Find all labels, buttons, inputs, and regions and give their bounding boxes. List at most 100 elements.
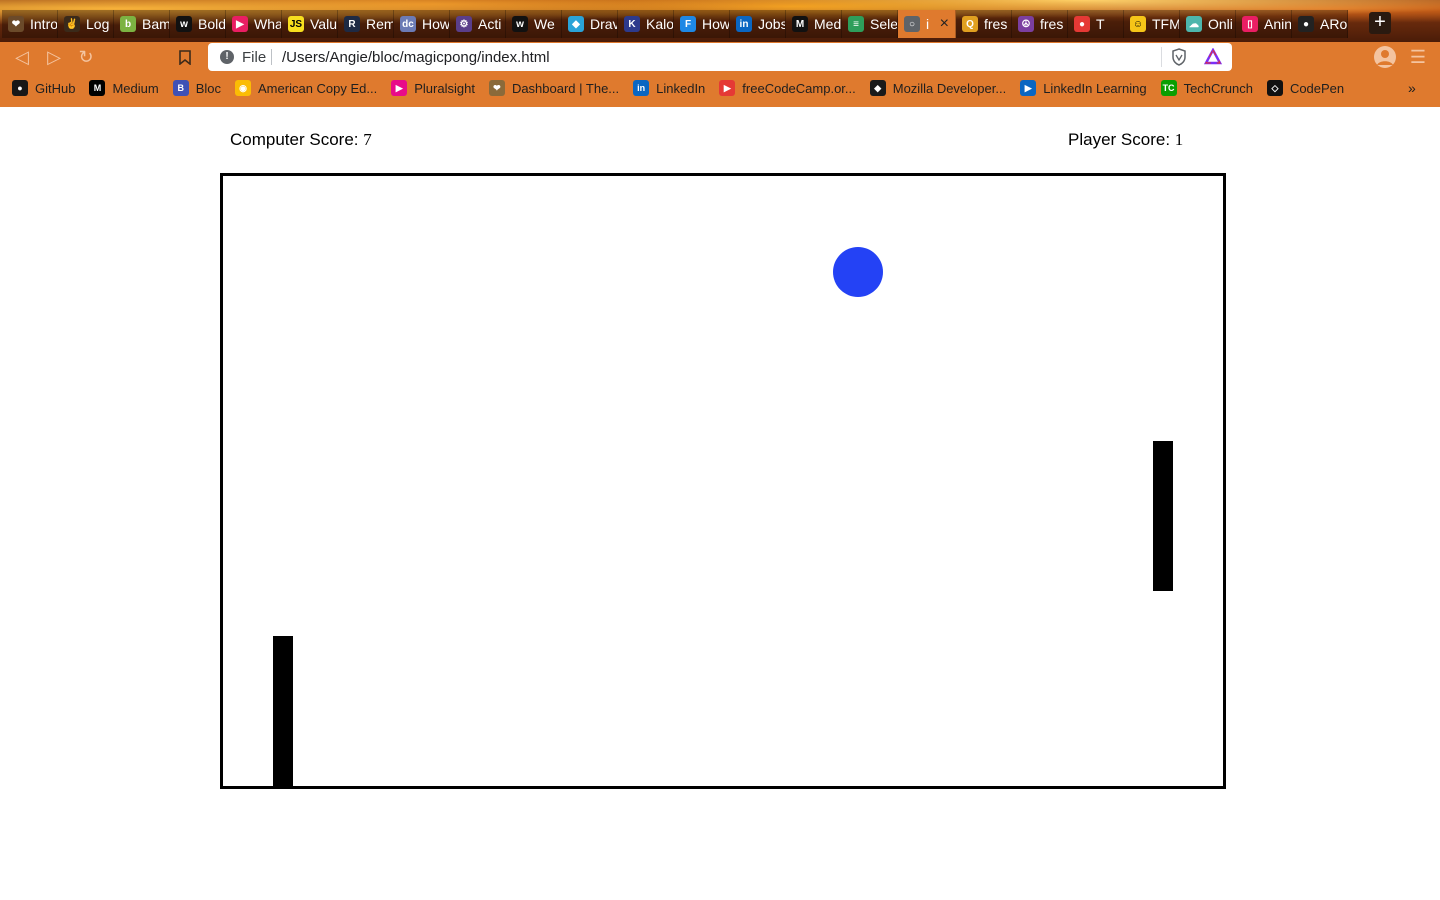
bookmark-item[interactable]: ❤ Dashboard | The... <box>488 80 620 96</box>
url-scheme: File <box>242 49 267 66</box>
browser-tab[interactable]: ○ i × <box>898 10 956 38</box>
bookmark-favicon-icon: in <box>633 80 650 96</box>
menu-icon[interactable]: ☰ <box>1408 46 1428 68</box>
bookmark-item[interactable]: ▶ freeCodeCamp.or... <box>719 80 856 96</box>
browser-tab[interactable]: dc How <box>394 10 450 38</box>
bookmark-icon[interactable] <box>174 46 196 68</box>
tab-title: Acti <box>478 16 502 32</box>
tab-favicon-icon: ≡ <box>848 16 864 32</box>
forward-arrow-icon[interactable]: ▷ <box>43 46 65 68</box>
browser-tab[interactable]: in Jobs <box>730 10 786 38</box>
tab-favicon-icon: JS <box>288 16 304 32</box>
tab-favicon-icon: ◆ <box>568 16 584 32</box>
browser-tab[interactable]: ❤ Intro <box>2 10 58 38</box>
browser-tab[interactable]: R Rem <box>338 10 394 38</box>
browser-tab[interactable]: ● ARo <box>1292 10 1348 38</box>
tab-title: Log <box>86 16 110 32</box>
computer-score-label: Computer Score: <box>230 130 364 149</box>
profile-avatar-icon[interactable] <box>1374 46 1396 68</box>
tab-title: Jobs <box>758 16 785 32</box>
browser-tab[interactable]: JS Valu <box>282 10 338 38</box>
bookmark-item[interactable]: in LinkedIn <box>633 80 705 96</box>
bookmark-favicon-icon: ● <box>12 80 28 96</box>
bookmark-favicon-icon: ◇ <box>1266 80 1283 96</box>
new-tab-button[interactable]: + <box>1369 12 1391 34</box>
brave-rewards-icon[interactable] <box>1204 48 1222 66</box>
tab-title: Rem <box>366 16 393 32</box>
bookmark-item[interactable]: ▶ LinkedIn Learning <box>1020 80 1147 96</box>
tab-list: ❤ Intro ✌ Log b Bam w Bold ▶ Wha JS Valu R Rem dc How ⚙ A… <box>2 10 1348 38</box>
tab-favicon-icon: ▯ <box>1242 16 1258 32</box>
browser-tab[interactable]: ☮ fres <box>1012 10 1068 38</box>
browser-tab[interactable]: ◆ Drav <box>562 10 618 38</box>
tab-title: Intro <box>30 16 57 32</box>
bookmark-label: Medium <box>112 80 159 96</box>
address-bar[interactable]: ! File /Users/Angie/bloc/magicpong/index… <box>208 43 1232 71</box>
browser-tab[interactable]: w We <box>506 10 562 38</box>
browser-tab[interactable]: ☺ TFM <box>1124 10 1180 38</box>
bookmark-label: LinkedIn <box>656 80 706 96</box>
browser-tab[interactable]: F How <box>674 10 730 38</box>
bookmark-favicon-icon: ▶ <box>719 80 736 96</box>
bookmark-label: freeCodeCamp.or... <box>742 80 856 96</box>
tab-favicon-icon: in <box>736 16 752 32</box>
bookmark-label: American Copy Ed... <box>258 80 378 96</box>
url-text[interactable]: /Users/Angie/bloc/magicpong/index.html <box>282 49 550 66</box>
player-paddle[interactable] <box>1153 441 1173 591</box>
browser-tab[interactable]: Qfres <box>956 10 1012 38</box>
bookmark-item[interactable]: ◉ American Copy Ed... <box>235 80 377 96</box>
game-board[interactable] <box>220 173 1226 789</box>
bookmark-item[interactable]: TC TechCrunch <box>1160 80 1253 96</box>
tab-favicon-icon: ❤ <box>8 16 24 32</box>
bookmark-item[interactable]: ▶ Pluralsight <box>391 80 475 96</box>
bookmark-label: Dashboard | The... <box>511 80 620 96</box>
browser-tab[interactable]: b Bam <box>114 10 170 38</box>
tab-favicon-icon: ● <box>1298 16 1314 32</box>
tab-favicon-icon: ☮ <box>1018 16 1034 32</box>
bookmark-favicon-icon: ▶ <box>1020 80 1037 96</box>
reload-icon[interactable]: ↻ <box>75 46 97 68</box>
tab-title: How <box>702 16 729 32</box>
tab-title: fres <box>1040 16 1064 32</box>
browser-tab[interactable]: w Bold <box>170 10 226 38</box>
tab-strip: ❤ Intro ✌ Log b Bam w Bold ▶ Wha JS Valu R Rem dc How ⚙ A… <box>0 0 1440 42</box>
bookmark-label: Pluralsight <box>414 80 475 96</box>
back-arrow-icon[interactable]: ◁ <box>11 46 33 68</box>
browser-tab[interactable]: M Med <box>786 10 842 38</box>
bookmark-item[interactable]: ◇ CodePen <box>1266 80 1344 96</box>
tab-favicon-icon: ⚙ <box>456 16 472 32</box>
browser-tab[interactable]: K Kalo <box>618 10 674 38</box>
bookmark-favicon-icon: ❤ <box>488 80 505 96</box>
browser-tab[interactable]: ▯ Anin <box>1236 10 1292 38</box>
computer-score: Computer Score: 7 <box>230 130 372 150</box>
browser-tab[interactable]: ▶ Wha <box>226 10 282 38</box>
tab-title: How <box>422 16 449 32</box>
bookmark-item[interactable]: B Bloc <box>172 80 221 96</box>
brave-shield-icon[interactable] <box>1171 48 1187 66</box>
tab-title: Sele <box>870 16 897 32</box>
bookmarks-overflow-icon[interactable]: » <box>1408 80 1416 96</box>
bookmark-item[interactable]: M Medium <box>89 80 159 96</box>
browser-tab[interactable]: ✌ Log <box>58 10 114 38</box>
tab-title: Valu <box>310 16 337 32</box>
player-score-value: 1 <box>1174 130 1184 149</box>
bookmark-label: TechCrunch <box>1183 80 1253 96</box>
info-icon[interactable]: ! <box>220 50 234 64</box>
tab-title: Drav <box>590 16 617 32</box>
browser-tab[interactable]: ● T <box>1068 10 1124 38</box>
browser-tab[interactable]: ☁ Onli <box>1180 10 1236 38</box>
tab-favicon-icon: ✌ <box>64 16 80 32</box>
tab-favicon-icon: w <box>176 16 192 32</box>
url-separator <box>271 49 272 65</box>
tab-favicon-icon: R <box>344 16 360 32</box>
browser-tab[interactable]: ≡ Sele <box>842 10 898 38</box>
bookmark-favicon-icon: ◉ <box>235 80 252 96</box>
tab-close-icon[interactable]: × <box>940 15 949 33</box>
tab-title: Kalo <box>646 16 673 32</box>
tab-title: Bam <box>142 16 169 32</box>
bookmark-item[interactable]: ◆ Mozilla Developer... <box>869 80 1006 96</box>
bookmark-item[interactable]: ● GitHub <box>12 80 75 96</box>
bookmark-favicon-icon: ▶ <box>391 80 408 96</box>
browser-tab[interactable]: ⚙ Acti <box>450 10 506 38</box>
omnibox-divider <box>1161 47 1162 67</box>
